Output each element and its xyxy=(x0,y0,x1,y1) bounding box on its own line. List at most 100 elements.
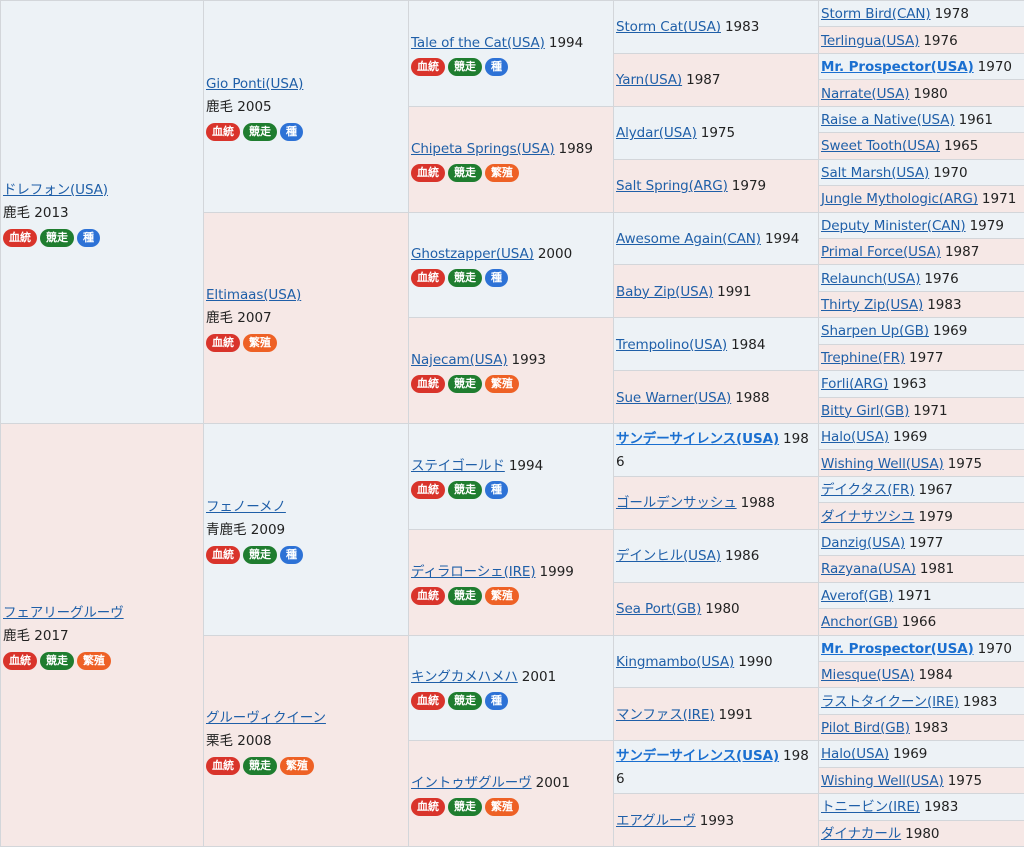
horse-link[interactable]: Alydar(USA) xyxy=(616,125,697,141)
horse-link[interactable]: Baby Zip(USA) xyxy=(616,284,713,300)
horse-link[interactable]: Sea Port(GB) xyxy=(616,601,701,617)
horse-link[interactable]: サンデーサイレンス(USA) xyxy=(616,748,779,764)
horse-link[interactable]: Yarn(USA) xyxy=(616,72,682,88)
kyoso-badge[interactable]: 競走 xyxy=(448,57,482,76)
horse-link[interactable]: Forli(ARG) xyxy=(821,376,888,392)
horse-link[interactable]: Wishing Well(USA) xyxy=(821,773,944,789)
horse-link[interactable]: Narrate(USA) xyxy=(821,86,909,102)
kyoso-badge[interactable]: 競走 xyxy=(448,586,482,605)
horse-link[interactable]: フェノーメノ xyxy=(206,499,286,515)
horse-link[interactable]: Sweet Tooth(USA) xyxy=(821,138,940,154)
horse-link[interactable]: Chipeta Springs(USA) xyxy=(411,141,555,157)
horse-link[interactable]: Relaunch(USA) xyxy=(821,271,920,287)
shu-badge[interactable]: 種 xyxy=(77,228,100,247)
horse-link[interactable]: サンデーサイレンス(USA) xyxy=(616,431,779,447)
ketto-badge[interactable]: 血統 xyxy=(411,480,445,499)
shu-badge[interactable]: 種 xyxy=(485,480,508,499)
ketto-badge[interactable]: 血統 xyxy=(206,334,240,353)
shu-badge[interactable]: 種 xyxy=(485,269,508,288)
horse-link[interactable]: エアグルーヴ xyxy=(616,813,696,829)
horse-link[interactable]: ダイナカール xyxy=(821,826,901,842)
horse-link[interactable]: Miesque(USA) xyxy=(821,667,915,683)
kyoso-badge[interactable]: 競走 xyxy=(448,163,482,182)
hanshoku-badge[interactable]: 繁殖 xyxy=(77,651,111,670)
kyoso-badge[interactable]: 競走 xyxy=(243,122,277,141)
horse-link[interactable]: マンファス(IRE) xyxy=(616,707,715,723)
horse-link[interactable]: Sue Warner(USA) xyxy=(616,390,731,406)
ketto-badge[interactable]: 血統 xyxy=(411,798,445,817)
ketto-badge[interactable]: 血統 xyxy=(411,57,445,76)
horse-link[interactable]: トニービン(IRE) xyxy=(821,799,920,815)
ketto-badge[interactable]: 血統 xyxy=(411,692,445,711)
kyoso-badge[interactable]: 競走 xyxy=(448,692,482,711)
horse-link[interactable]: Gio Ponti(USA) xyxy=(206,76,303,92)
horse-link[interactable]: Halo(USA) xyxy=(821,746,889,762)
horse-link[interactable]: Primal Force(USA) xyxy=(821,244,941,260)
horse-link[interactable]: Trephine(FR) xyxy=(821,350,905,366)
horse-link[interactable]: ゴールデンサッシュ xyxy=(616,495,737,511)
horse-link[interactable]: Deputy Minister(CAN) xyxy=(821,218,966,234)
shu-badge[interactable]: 種 xyxy=(280,122,303,141)
horse-link[interactable]: グルーヴィクイーン xyxy=(206,710,326,726)
hanshoku-badge[interactable]: 繁殖 xyxy=(485,163,519,182)
horse-link[interactable]: Mr. Prospector(USA) xyxy=(821,59,974,75)
kyoso-badge[interactable]: 競走 xyxy=(448,375,482,394)
horse-link[interactable]: Storm Bird(CAN) xyxy=(821,6,931,22)
ketto-badge[interactable]: 血統 xyxy=(206,757,240,776)
horse-link[interactable]: キングカメハメハ xyxy=(411,669,518,685)
horse-link[interactable]: デイクタス(FR) xyxy=(821,482,915,498)
horse-link[interactable]: Mr. Prospector(USA) xyxy=(821,641,974,657)
ketto-badge[interactable]: 血統 xyxy=(206,122,240,141)
hanshoku-badge[interactable]: 繁殖 xyxy=(243,334,277,353)
horse-link[interactable]: フェアリーグルーヴ xyxy=(3,605,124,621)
ketto-badge[interactable]: 血統 xyxy=(411,163,445,182)
horse-link[interactable]: Wishing Well(USA) xyxy=(821,456,944,472)
kyoso-badge[interactable]: 競走 xyxy=(448,798,482,817)
horse-link[interactable]: ステイゴールド xyxy=(411,458,505,474)
ketto-badge[interactable]: 血統 xyxy=(411,586,445,605)
horse-link[interactable]: Trempolino(USA) xyxy=(616,337,727,353)
horse-link[interactable]: Danzig(USA) xyxy=(821,535,905,551)
horse-link[interactable]: ラストタイクーン(IRE) xyxy=(821,694,959,710)
horse-link[interactable]: Tale of the Cat(USA) xyxy=(411,35,545,51)
horse-link[interactable]: Halo(USA) xyxy=(821,429,889,445)
horse-link[interactable]: Eltimaas(USA) xyxy=(206,287,301,303)
horse-link[interactable]: Salt Marsh(USA) xyxy=(821,165,929,181)
ketto-badge[interactable]: 血統 xyxy=(411,269,445,288)
horse-link[interactable]: ダイナサツシユ xyxy=(821,509,915,525)
kyoso-badge[interactable]: 競走 xyxy=(448,480,482,499)
hanshoku-badge[interactable]: 繁殖 xyxy=(485,586,519,605)
horse-link[interactable]: Awesome Again(CAN) xyxy=(616,231,761,247)
hanshoku-badge[interactable]: 繁殖 xyxy=(485,798,519,817)
horse-link[interactable]: Raise a Native(USA) xyxy=(821,112,955,128)
kyoso-badge[interactable]: 競走 xyxy=(243,757,277,776)
kyoso-badge[interactable]: 競走 xyxy=(40,228,74,247)
ketto-badge[interactable]: 血統 xyxy=(3,228,37,247)
kyoso-badge[interactable]: 競走 xyxy=(448,269,482,288)
horse-link[interactable]: Terlingua(USA) xyxy=(821,33,919,49)
horse-link[interactable]: Anchor(GB) xyxy=(821,614,898,630)
horse-link[interactable]: ドレフォン(USA) xyxy=(3,182,108,198)
ketto-badge[interactable]: 血統 xyxy=(206,545,240,564)
horse-link[interactable]: Salt Spring(ARG) xyxy=(616,178,728,194)
horse-link[interactable]: Averof(GB) xyxy=(821,588,893,604)
shu-badge[interactable]: 種 xyxy=(485,57,508,76)
kyoso-badge[interactable]: 競走 xyxy=(40,651,74,670)
horse-link[interactable]: Razyana(USA) xyxy=(821,561,916,577)
shu-badge[interactable]: 種 xyxy=(280,545,303,564)
horse-link[interactable]: ディラローシェ(IRE) xyxy=(411,564,536,580)
shu-badge[interactable]: 種 xyxy=(485,692,508,711)
ketto-badge[interactable]: 血統 xyxy=(3,651,37,670)
horse-link[interactable]: Bitty Girl(GB) xyxy=(821,403,909,419)
horse-link[interactable]: Pilot Bird(GB) xyxy=(821,720,910,736)
horse-link[interactable]: Sharpen Up(GB) xyxy=(821,323,929,339)
horse-link[interactable]: イントゥザグルーヴ xyxy=(411,775,532,791)
hanshoku-badge[interactable]: 繁殖 xyxy=(485,375,519,394)
horse-link[interactable]: Thirty Zip(USA) xyxy=(821,297,923,313)
ketto-badge[interactable]: 血統 xyxy=(411,375,445,394)
horse-link[interactable]: Ghostzapper(USA) xyxy=(411,246,534,262)
horse-link[interactable]: Storm Cat(USA) xyxy=(616,19,721,35)
horse-link[interactable]: Najecam(USA) xyxy=(411,352,508,368)
kyoso-badge[interactable]: 競走 xyxy=(243,545,277,564)
horse-link[interactable]: デインヒル(USA) xyxy=(616,548,721,564)
